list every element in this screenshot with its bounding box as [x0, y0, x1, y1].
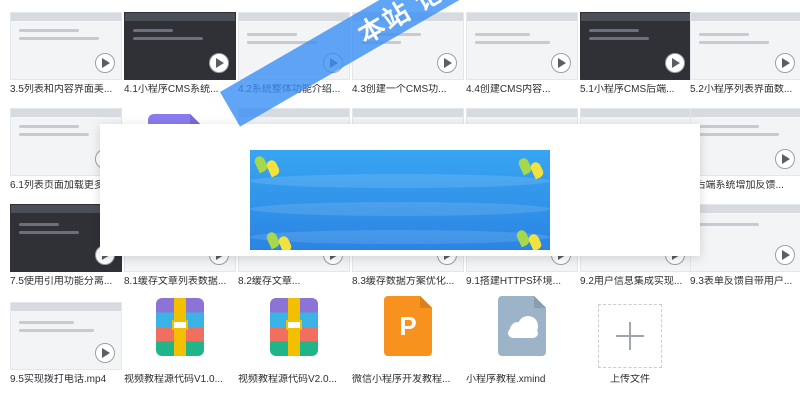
file-item-video[interactable]: 4.4创建CMS内容...	[466, 0, 578, 95]
ppt-letter: P	[399, 310, 417, 341]
thumb-text-line	[19, 29, 79, 32]
file-name: 微信小程序开发教程...	[352, 374, 451, 385]
file-item-video[interactable]: 4.1小程序CMS系统...	[124, 0, 236, 95]
video-thumbnail	[124, 12, 236, 80]
thumb-text-line	[699, 125, 759, 128]
archive-icon	[156, 298, 204, 356]
video-thumbnail	[466, 12, 578, 80]
thumb-toolbar	[467, 13, 577, 21]
file-name: 9.1搭建HTTPS环境...	[466, 276, 562, 287]
file-item-archive[interactable]: 视频教程源代码V1.0...	[124, 290, 236, 385]
plus-icon	[616, 322, 644, 350]
file-item-video[interactable]: 8后端系统增加反馈...	[690, 96, 800, 191]
upload-box[interactable]	[598, 304, 662, 368]
file-name: 5.2小程序列表界面数...	[690, 84, 793, 95]
file-item-video[interactable]: 5.2小程序列表界面数...	[690, 0, 800, 95]
thumb-text-line	[19, 321, 74, 324]
file-name: 9.5实现拨打电话.mp4	[10, 374, 107, 385]
thumb-toolbar	[691, 109, 800, 117]
play-icon[interactable]	[775, 245, 795, 265]
play-icon[interactable]	[209, 53, 229, 73]
thumb-text-line	[19, 125, 79, 128]
thumb-toolbar	[353, 109, 463, 117]
leaf-icon	[265, 158, 281, 178]
thumb-text-line	[589, 29, 639, 32]
file-item-archive[interactable]: 视频教程源代码V2.0...	[238, 290, 350, 385]
file-name: 视频教程源代码V2.0...	[238, 374, 337, 385]
play-icon[interactable]	[437, 53, 457, 73]
thumb-text-line	[475, 41, 550, 44]
file-item-video[interactable]: 9.5实现拨打电话.mp4	[10, 290, 122, 385]
file-name: 9.3表单反馈自带用户...	[690, 276, 793, 287]
thumb-text-line	[19, 231, 79, 234]
file-item-xmind[interactable]: 小程序教程.xmind	[466, 290, 578, 385]
upload-file-tile[interactable]: 上传文件	[598, 304, 662, 396]
file-item-video[interactable]: 3.5列表和内容界面美...	[10, 0, 122, 95]
thumb-toolbar	[467, 109, 577, 117]
file-name: 4.1小程序CMS系统...	[124, 84, 219, 95]
banner-wave	[250, 202, 550, 216]
thumb-text-line	[133, 37, 203, 40]
thumb-text-line	[19, 133, 89, 136]
play-icon[interactable]	[665, 53, 685, 73]
video-thumbnail	[690, 108, 800, 176]
file-name: 8.2缓存文章...	[238, 276, 301, 287]
thumb-text-line	[699, 41, 769, 44]
thumb-toolbar	[691, 205, 800, 213]
thumb-text-line	[699, 33, 749, 36]
thumb-text-line	[699, 133, 779, 136]
archive-buckle	[286, 320, 302, 330]
file-name: 4.3创建一个CMS功...	[352, 84, 447, 95]
thumb-toolbar	[11, 13, 121, 21]
file-name: 8.3缓存数据方案优化...	[352, 276, 455, 287]
cloud-shape	[508, 328, 538, 338]
file-name: 8.1缓存文章列表数据...	[124, 276, 227, 287]
video-thumbnail	[690, 204, 800, 272]
thumb-toolbar	[691, 13, 800, 21]
file-name: 9.2用户信息集成实现...	[580, 276, 683, 287]
video-thumbnail	[580, 12, 692, 80]
archive-icon	[270, 298, 318, 356]
file-item-video[interactable]: 9.3表单反馈自带用户...	[690, 192, 800, 287]
play-icon[interactable]	[95, 53, 115, 73]
thumb-text-line	[19, 223, 59, 226]
ppt-icon: P	[384, 296, 432, 356]
thumb-text-line	[589, 37, 649, 40]
upload-label: 上传文件	[610, 374, 650, 385]
archive-buckle	[172, 320, 188, 330]
thumb-toolbar	[11, 109, 121, 117]
cloud-file-icon	[498, 296, 546, 356]
file-name: 8后端系统增加反馈...	[690, 180, 784, 191]
thumb-toolbar	[239, 13, 349, 21]
file-name: 4.4创建CMS内容...	[466, 84, 551, 95]
thumb-toolbar	[11, 303, 121, 311]
banner-wave	[250, 174, 550, 188]
thumb-text-line	[475, 33, 530, 36]
banner-image	[250, 150, 550, 250]
thumb-text-line	[19, 37, 99, 40]
banner-wave	[250, 230, 550, 244]
play-icon[interactable]	[775, 149, 795, 169]
leaf-icon	[529, 160, 545, 180]
file-item-video[interactable]: 5.1小程序CMS后端...	[580, 0, 692, 95]
thumb-text-line	[19, 329, 94, 332]
video-thumbnail	[10, 12, 122, 80]
play-icon[interactable]	[551, 53, 571, 73]
play-icon[interactable]	[95, 343, 115, 363]
video-thumbnail	[10, 302, 122, 370]
thumb-text-line	[133, 29, 173, 32]
file-name: 7.5使用引用功能分离...	[10, 276, 113, 287]
video-thumbnail	[690, 12, 800, 80]
thumb-text-line	[247, 33, 297, 36]
thumb-toolbar	[581, 109, 691, 117]
file-name: 视频教程源代码V1.0...	[124, 374, 223, 385]
thumb-toolbar	[581, 13, 691, 21]
file-name: 小程序教程.xmind	[466, 374, 546, 385]
file-item-ppt[interactable]: P 微信小程序开发教程...	[352, 290, 464, 385]
thumb-text-line	[699, 223, 759, 226]
play-icon[interactable]	[775, 53, 795, 73]
file-name: 3.5列表和内容界面美...	[10, 84, 113, 95]
file-name: 5.1小程序CMS后端...	[580, 84, 675, 95]
thumb-toolbar	[125, 13, 235, 21]
